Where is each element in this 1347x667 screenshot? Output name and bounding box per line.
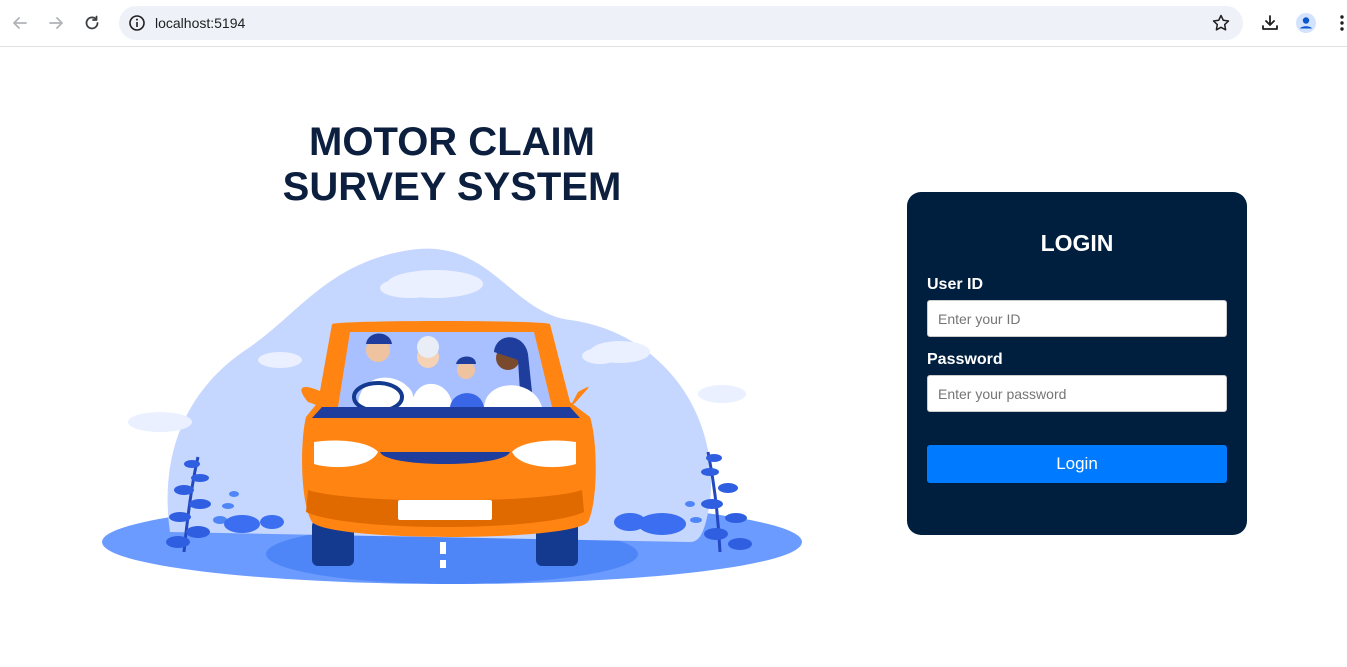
address-url[interactable]: localhost:5194 [155,15,245,31]
address-bar[interactable]: localhost:5194 [119,6,1243,40]
page-title-line-2: SURVEY SYSTEM [282,165,622,209]
forward-arrow-icon [49,17,63,29]
profile-icon [1296,13,1316,33]
site-info-icon[interactable] [127,13,147,33]
login-button[interactable]: Login [927,445,1227,483]
reload-icon [85,15,99,30]
password-label: Password [927,351,1003,368]
page-title-line-1: MOTOR CLAIM [309,120,595,164]
reload-button[interactable] [77,8,107,38]
download-button[interactable] [1255,8,1285,38]
userid-label: User ID [927,276,984,293]
login-page: MOTOR CLAIM SURVEY SYSTEM LOGIN User ID … [0,47,1347,667]
login-title: LOGIN [1040,230,1114,256]
back-button[interactable] [5,8,35,38]
password-input[interactable] [927,375,1227,412]
download-icon [1262,15,1278,30]
forward-button[interactable] [41,8,71,38]
bookmark-star-icon[interactable] [1211,13,1231,33]
userid-input[interactable] [927,300,1227,337]
profile-button[interactable] [1291,8,1321,38]
page-title: MOTOR CLAIM SURVEY SYSTEM [202,120,702,210]
more-options-icon [1340,15,1344,31]
browser-toolbar: localhost:5194 [0,0,1347,47]
back-arrow-icon [13,17,27,29]
more-options-button[interactable] [1327,8,1347,38]
family-car-illustration [102,248,802,584]
login-form-card: LOGIN User ID Password Login [907,192,1247,535]
